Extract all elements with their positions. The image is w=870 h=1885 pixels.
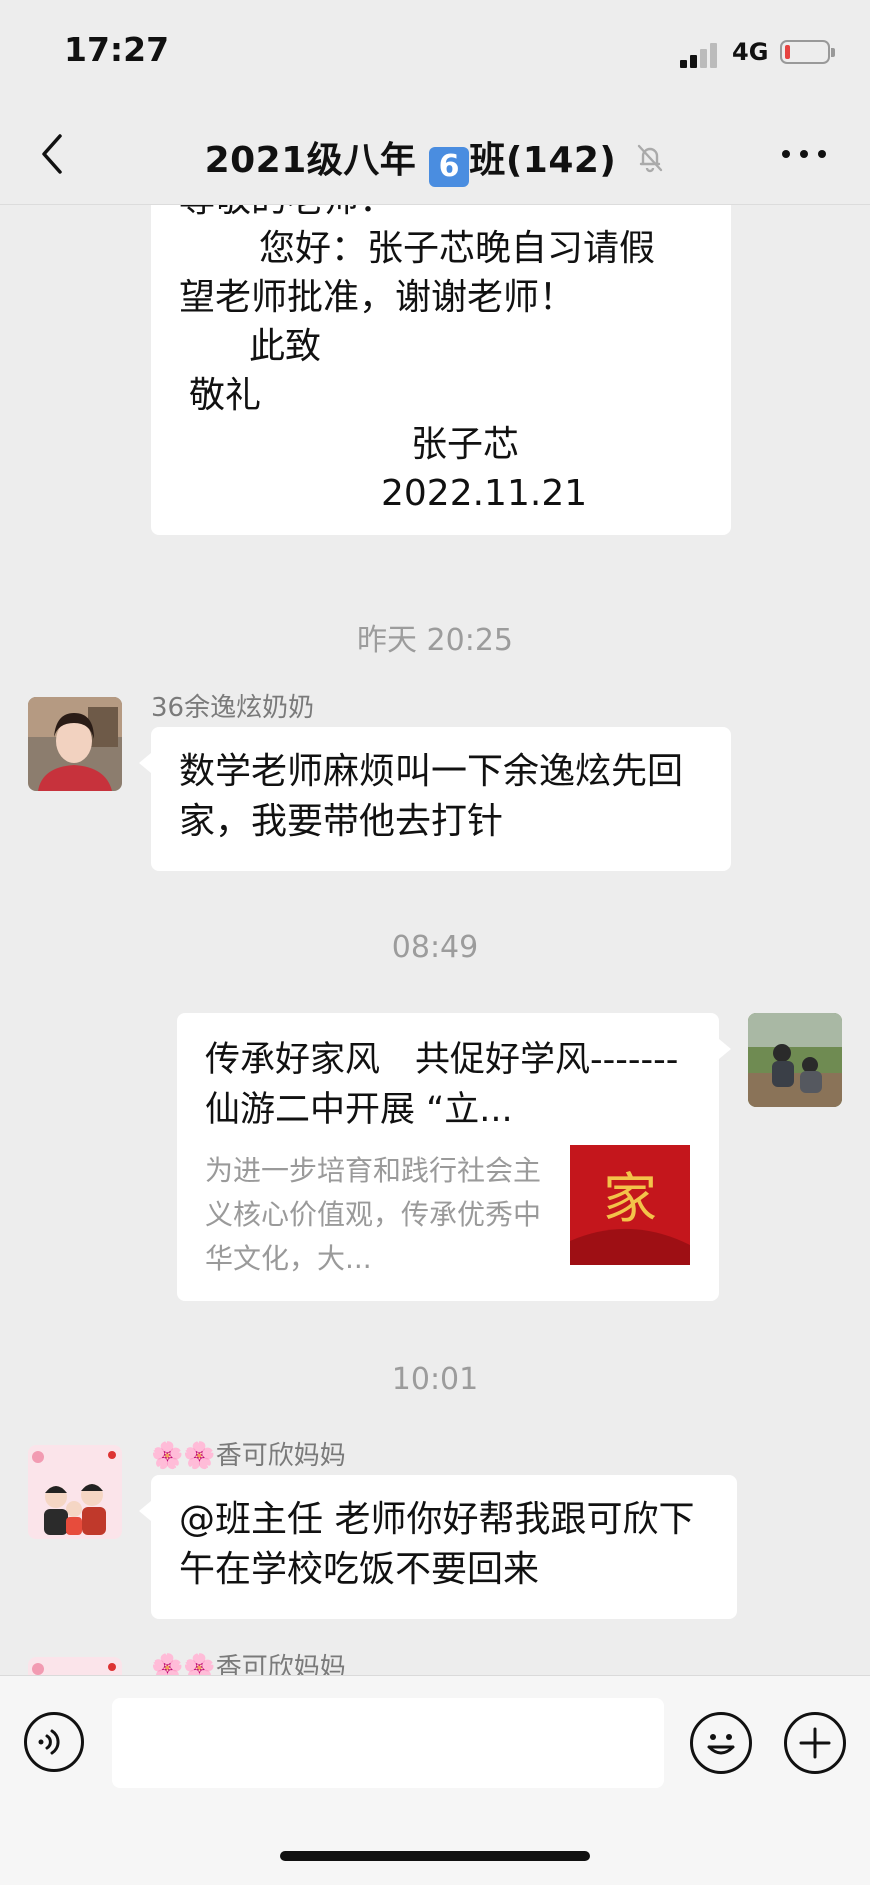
message-bubble[interactable]: 数学老师麻烦叫一下余逸炫先回家，我要带他去打针 [139,727,731,871]
letter-message[interactable]: 尊敬的老师： 您好：张子芯晚自习请假 望老师批准，谢谢老师！ 此致 敬礼 张子芯… [151,205,731,535]
signal-icon [680,42,722,68]
voice-icon[interactable] [24,1712,84,1772]
letter-line: 您好：张子芯晚自习请假 [259,228,656,269]
chat-title-suffix: 班(142) [469,140,617,181]
sender-name: 36余逸炫奶奶 [151,693,315,723]
status-time: 17:27 [64,30,170,69]
network-label: 4G [732,38,769,66]
chat-title: 2021级八年 6 班(142) [0,131,870,187]
link-card[interactable]: 传承好家风 共促好学风-------仙游二中开展 “立... 为进一步培育和践行… [177,1013,731,1301]
letter-line: 敬礼 [189,375,262,416]
message-bubble[interactable]: @班主任 老师你好帮我跟可欣下午在学校吃饭不要回来 [139,1475,737,1619]
letter-line: 望老师批准，谢谢老师！ [179,277,576,318]
link-card-description: 为进一步培育和践行社会主义核心价值观，传承优秀中华文化，大... [205,1154,542,1275]
sender-name: 🌸🌸香可欣妈妈 [151,1441,346,1471]
emoji-icon[interactable] [690,1712,752,1774]
link-card-title: 传承好家风 共促好学风-------仙游二中开展 “立... [205,1040,679,1130]
class-number: 6 [438,149,460,184]
nav-bar: 2021级八年 6 班(142) [0,104,870,205]
link-card-thumb-char: 家 [603,1167,657,1230]
letter-line: 尊敬的老师： [179,205,395,224]
letter-line: 此致 [249,326,322,367]
link-card-thumbnail: 家 [570,1145,690,1265]
avatar[interactable] [28,697,122,791]
home-indicator [280,1851,590,1861]
timestamp: 昨天 20:25 [357,623,513,658]
sender-name: 🌸🌸香可欣妈妈 [151,1653,346,1675]
plus-icon[interactable] [784,1712,846,1774]
avatar-self[interactable] [748,1013,842,1107]
status-bar: 17:27 4G [0,0,870,104]
chat-area[interactable]: 尊敬的老师： 您好：张子芯晚自习请假 望老师批准，谢谢老师！ 此致 敬礼 张子芯… [0,205,870,1675]
message-input[interactable] [112,1698,664,1788]
battery-icon [780,40,835,64]
bell-mute-icon [635,142,665,183]
letter-signature: 张子芯 [411,424,520,465]
class-number-badge: 6 [429,147,470,187]
letter-date: 2022.11.21 [381,473,588,514]
avatar[interactable] [28,1657,122,1675]
more-dots-icon[interactable] [782,150,826,160]
input-bar [0,1675,870,1885]
timestamp: 08:49 [391,930,479,965]
message-text: @班主任 老师你好帮我跟可欣下午在学校吃饭不要回来 [179,1499,695,1590]
message-text: 数学老师麻烦叫一下余逸炫先回家，我要带他去打针 [179,751,684,842]
chat-title-prefix: 2021级八年 [204,140,430,181]
timestamp: 10:01 [391,1362,479,1397]
avatar[interactable] [28,1445,122,1539]
